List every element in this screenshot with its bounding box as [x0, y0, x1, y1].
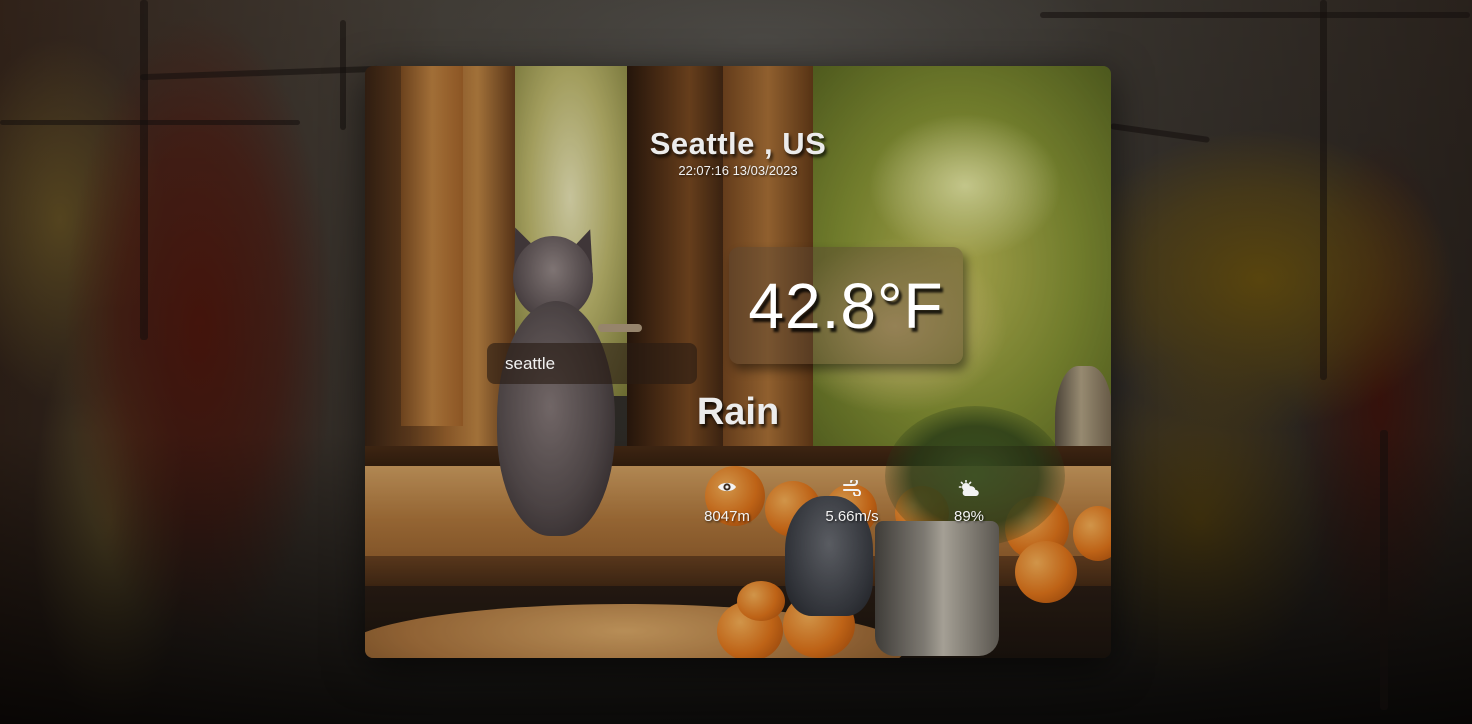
city-search-input[interactable] [487, 343, 697, 384]
cloudiness-stat: 89% [924, 480, 1014, 525]
cloudiness-value: 89% [953, 508, 985, 525]
city-label: Seattle , US [649, 126, 827, 161]
weather-condition: Rain [696, 391, 780, 433]
visibility-value: 8047m [704, 508, 750, 525]
visibility-stat: 8047m [682, 480, 772, 525]
wind-stat: 5.66m/s [807, 480, 897, 525]
local-datetime: 22:07:16 13/03/2023 [678, 163, 798, 178]
cloud-sun-icon [924, 480, 1014, 502]
temperature-value: 42.8°F [748, 269, 944, 342]
temperature-panel: 42.8°F [729, 247, 963, 364]
wind-speed-value: 5.66m/s [825, 508, 879, 525]
wind-icon [807, 480, 897, 502]
eye-icon [682, 480, 772, 502]
